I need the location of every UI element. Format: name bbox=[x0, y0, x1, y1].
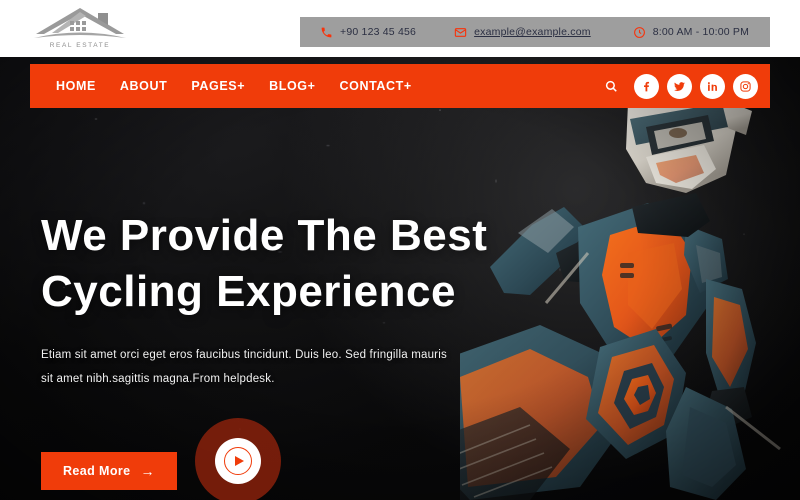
twitter-icon bbox=[674, 81, 685, 91]
contact-email-text: example@example.com bbox=[474, 26, 591, 38]
clock-icon bbox=[633, 26, 646, 39]
contact-hours: 8:00 AM - 10:00 PM bbox=[633, 26, 749, 39]
logo-text: REAL ESTATE bbox=[49, 42, 111, 49]
hero-title-line-1: We Provide The Best bbox=[41, 211, 488, 260]
social-twitter-button[interactable] bbox=[667, 73, 692, 99]
linkedin-icon bbox=[707, 81, 717, 91]
nav-item-home[interactable]: HOME bbox=[44, 79, 108, 93]
top-bar: REAL ESTATE +90 123 45 456 example@examp… bbox=[0, 0, 800, 57]
logo[interactable]: REAL ESTATE bbox=[28, 5, 132, 55]
contact-phone-text: +90 123 45 456 bbox=[340, 26, 417, 38]
envelope-icon bbox=[454, 26, 467, 39]
arrow-right-icon: → bbox=[140, 463, 155, 479]
facebook-icon bbox=[644, 81, 650, 91]
nav-links: HOME ABOUT PAGES+ BLOG+ CONTACT+ bbox=[44, 79, 424, 93]
nav-item-contact[interactable]: CONTACT+ bbox=[328, 79, 424, 93]
hero-title-line-2: Cycling Experience bbox=[41, 267, 456, 317]
contact-hours-text: 8:00 AM - 10:00 PM bbox=[652, 26, 750, 38]
phone-icon bbox=[320, 26, 333, 39]
main-navigation: HOME ABOUT PAGES+ BLOG+ CONTACT+ bbox=[30, 64, 770, 108]
social-facebook-button[interactable] bbox=[634, 73, 659, 99]
read-more-button[interactable]: Read More → bbox=[41, 452, 177, 490]
contact-bar: +90 123 45 456 example@example.com 8:00 … bbox=[300, 17, 770, 47]
instagram-icon bbox=[740, 80, 751, 92]
social-linkedin-button[interactable] bbox=[700, 73, 725, 99]
nav-item-blog[interactable]: BLOG+ bbox=[257, 79, 327, 93]
nav-right-tools bbox=[600, 73, 770, 99]
play-icon bbox=[223, 447, 252, 475]
hero-content: We Provide The Best Cycling Experience E… bbox=[41, 208, 601, 391]
page-root: We Provide The Best Cycling Experience E… bbox=[0, 0, 800, 500]
play-video-button[interactable] bbox=[214, 438, 261, 484]
hero-subtitle-line-1: Etiam sit amet orci eget eros faucibus t… bbox=[41, 348, 447, 361]
nav-item-pages[interactable]: PAGES+ bbox=[179, 79, 257, 93]
play-triangle bbox=[234, 456, 244, 466]
house-roof-logo-icon bbox=[34, 8, 126, 38]
hero-subtitle-line-2: sit amet nibh.sagittis magna.From helpde… bbox=[41, 372, 275, 385]
read-more-label: Read More bbox=[63, 464, 131, 478]
page-title: We Provide The Best Cycling Experience bbox=[41, 208, 601, 321]
hero-subtitle: Etiam sit amet orci eget eros faucibus t… bbox=[41, 343, 571, 391]
hero-actions: Read More → bbox=[41, 418, 281, 500]
search-icon[interactable] bbox=[600, 75, 622, 97]
contact-phone[interactable]: +90 123 45 456 bbox=[320, 26, 416, 39]
social-instagram-button[interactable] bbox=[733, 73, 758, 99]
contact-email[interactable]: example@example.com bbox=[454, 26, 591, 39]
play-video-zone bbox=[194, 418, 281, 500]
nav-item-about[interactable]: ABOUT bbox=[108, 79, 179, 93]
